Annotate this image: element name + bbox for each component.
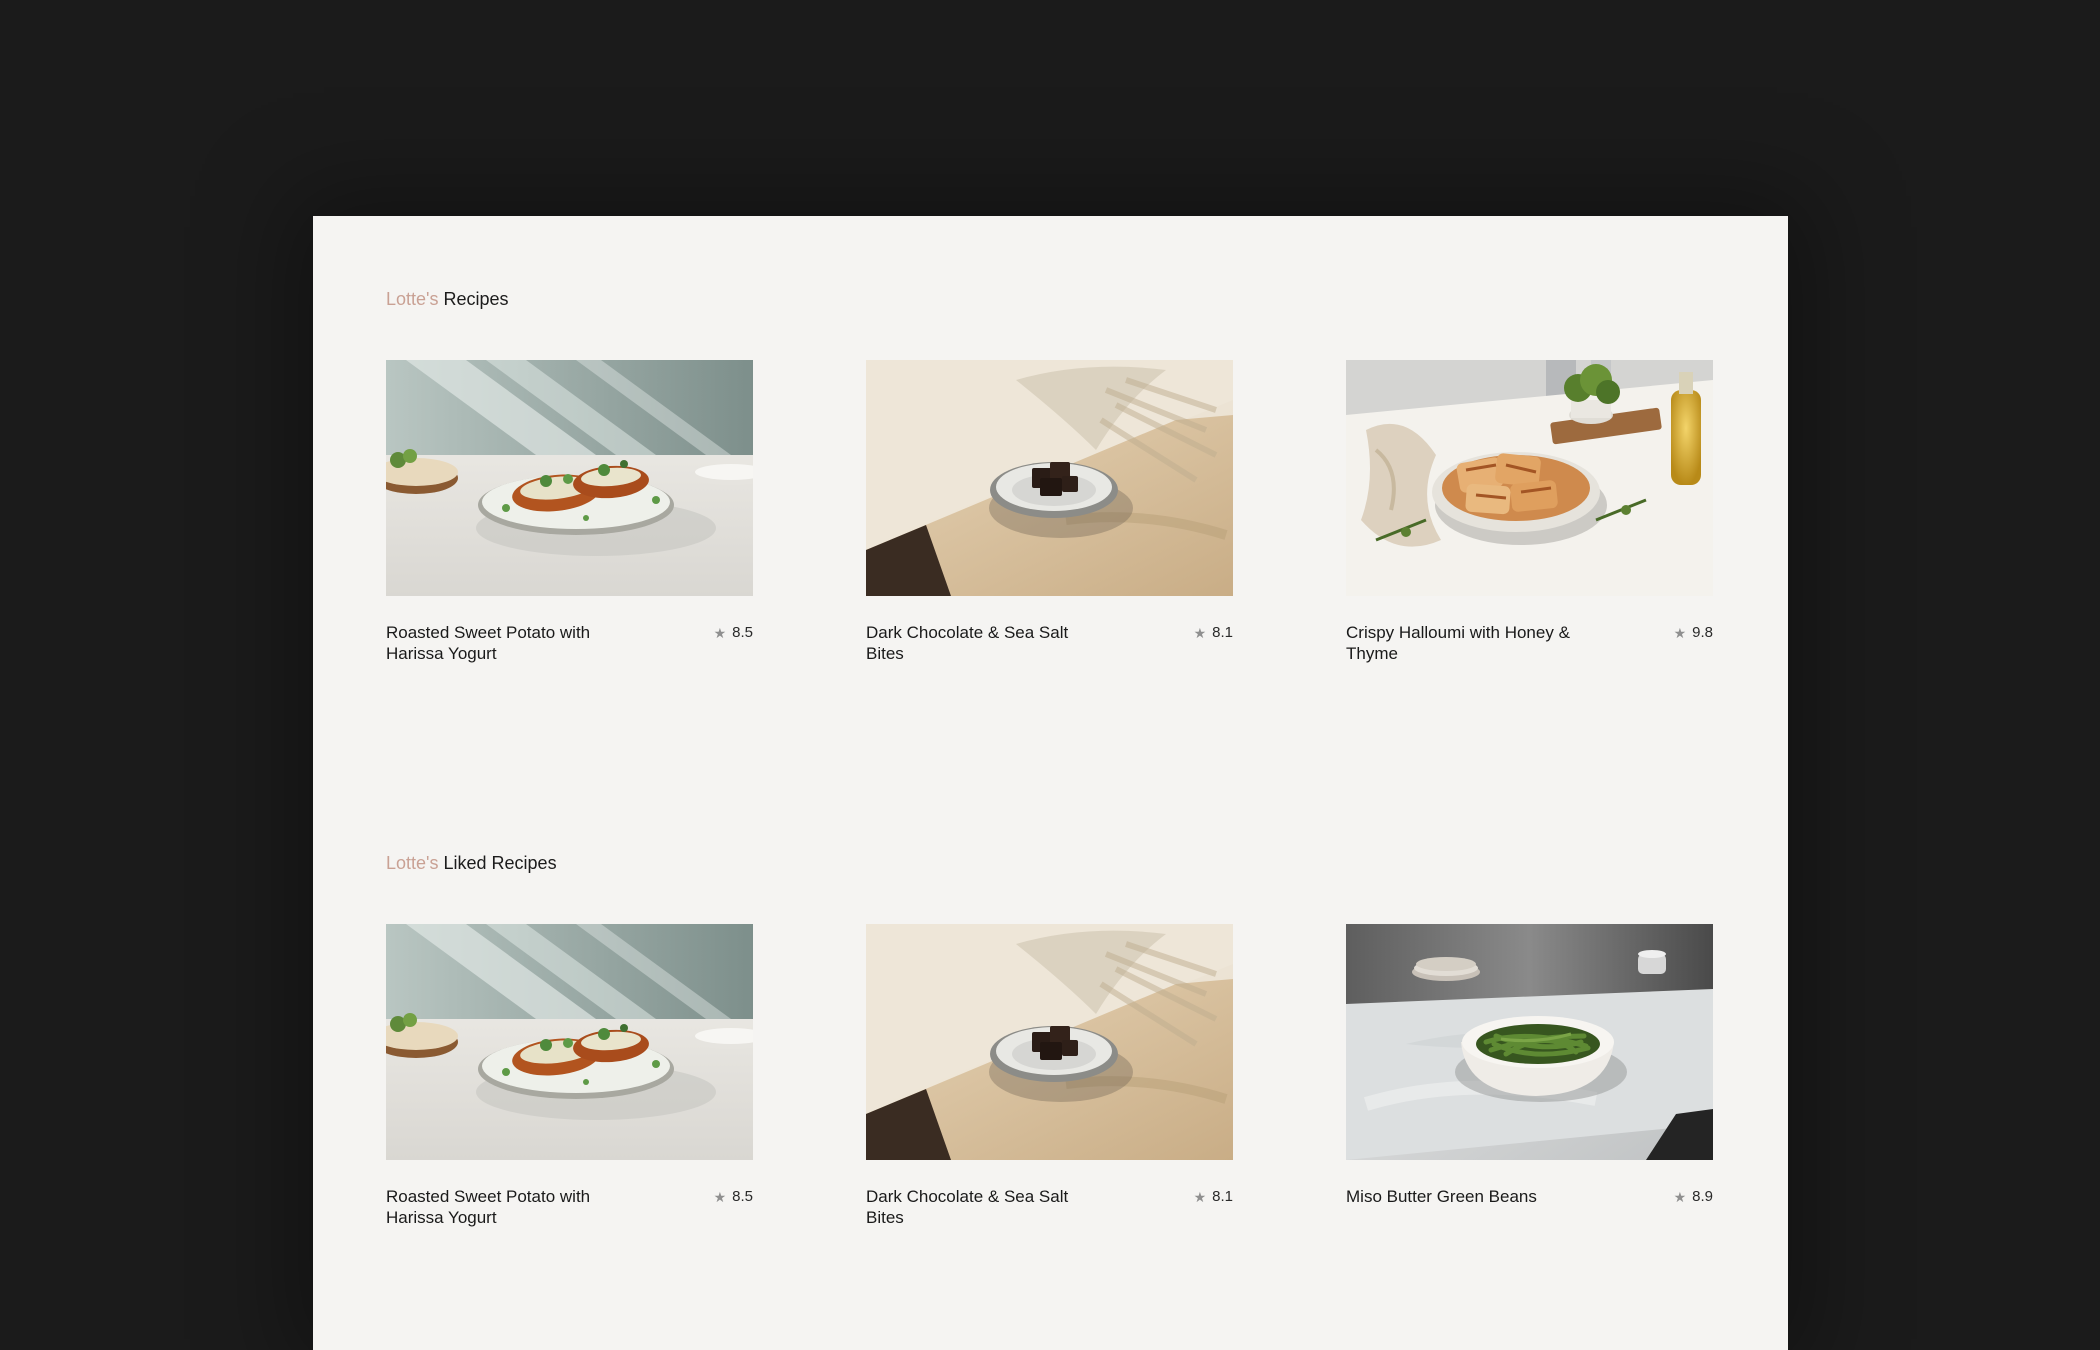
liked-recipe-grid: Roasted Sweet Potato with Harissa Yogurt…	[386, 924, 1714, 1244]
recipe-rating: ★ 8.1	[1194, 624, 1233, 642]
recipe-card[interactable]: Miso Butter Green Beans ★ 8.9	[1346, 924, 1713, 1232]
section-owner-name: Lotte's	[386, 853, 439, 873]
star-icon: ★	[1193, 1189, 1207, 1205]
recipe-image-green-beans[interactable]	[1346, 924, 1713, 1160]
star-icon: ★	[1193, 625, 1207, 641]
recipe-title[interactable]: Crispy Halloumi with Honey & Thyme	[1346, 622, 1581, 664]
recipe-meta: Roasted Sweet Potato with Harissa Yogurt…	[386, 1186, 753, 1232]
recipe-meta: Miso Butter Green Beans ★ 8.9	[1346, 1186, 1713, 1232]
recipe-rating: ★ 8.5	[714, 624, 753, 642]
recipe-rating: ★ 8.1	[1194, 1188, 1233, 1206]
main-panel: Lotte's Recipes Roasted Sweet Potato wit…	[313, 216, 1788, 1350]
rating-value: 8.1	[1212, 1188, 1233, 1205]
recipe-rating: ★ 8.5	[714, 1188, 753, 1206]
star-icon: ★	[1673, 625, 1687, 641]
recipe-image-sweet-potato[interactable]	[386, 360, 753, 596]
recipe-card[interactable]: Dark Chocolate & Sea Salt Bites ★ 8.1	[866, 360, 1233, 668]
recipe-card[interactable]: Roasted Sweet Potato with Harissa Yogurt…	[386, 360, 753, 668]
section-title-text: Recipes	[443, 289, 509, 309]
recipe-meta: Crispy Halloumi with Honey & Thyme ★ 9.8	[1346, 622, 1713, 668]
recipe-image-chocolate-bites[interactable]	[866, 924, 1233, 1160]
recipe-card[interactable]: Dark Chocolate & Sea Salt Bites ★ 8.1	[866, 924, 1233, 1232]
section-title-text: Liked Recipes	[443, 853, 557, 873]
recipe-rating: ★ 8.9	[1674, 1188, 1713, 1206]
recipe-image-halloumi[interactable]	[1346, 360, 1713, 596]
recipe-title[interactable]: Roasted Sweet Potato with Harissa Yogurt	[386, 622, 621, 664]
star-icon: ★	[1673, 1189, 1687, 1205]
recipe-grid: Roasted Sweet Potato with Harissa Yogurt…	[386, 360, 1714, 680]
recipes-section: Lotte's Recipes Roasted Sweet Potato wit…	[386, 288, 1714, 663]
section-owner-name: Lotte's	[386, 289, 439, 309]
recipe-meta: Roasted Sweet Potato with Harissa Yogurt…	[386, 622, 753, 668]
section-title-recipes: Lotte's Recipes	[386, 288, 1714, 310]
recipe-rating: ★ 9.8	[1674, 624, 1713, 642]
section-title-liked-recipes: Lotte's Liked Recipes	[386, 852, 1714, 874]
recipe-meta: Dark Chocolate & Sea Salt Bites ★ 8.1	[866, 622, 1233, 668]
recipe-title[interactable]: Dark Chocolate & Sea Salt Bites	[866, 1186, 1101, 1228]
rating-value: 8.5	[732, 624, 753, 641]
rating-value: 8.9	[1692, 1188, 1713, 1205]
recipe-meta: Dark Chocolate & Sea Salt Bites ★ 8.1	[866, 1186, 1233, 1232]
star-icon: ★	[713, 625, 727, 641]
recipe-image-sweet-potato[interactable]	[386, 924, 753, 1160]
recipe-card[interactable]: Roasted Sweet Potato with Harissa Yogurt…	[386, 924, 753, 1232]
recipe-title[interactable]: Dark Chocolate & Sea Salt Bites	[866, 622, 1101, 664]
recipe-title[interactable]: Miso Butter Green Beans	[1346, 1186, 1581, 1207]
rating-value: 8.5	[732, 1188, 753, 1205]
rating-value: 8.1	[1212, 624, 1233, 641]
rating-value: 9.8	[1692, 624, 1713, 641]
recipe-image-chocolate-bites[interactable]	[866, 360, 1233, 596]
liked-recipes-section: Lotte's Liked Recipes Roasted Sweet Pota…	[386, 852, 1714, 1227]
recipe-card[interactable]: Crispy Halloumi with Honey & Thyme ★ 9.8	[1346, 360, 1713, 668]
recipe-title[interactable]: Roasted Sweet Potato with Harissa Yogurt	[386, 1186, 621, 1228]
star-icon: ★	[713, 1189, 727, 1205]
